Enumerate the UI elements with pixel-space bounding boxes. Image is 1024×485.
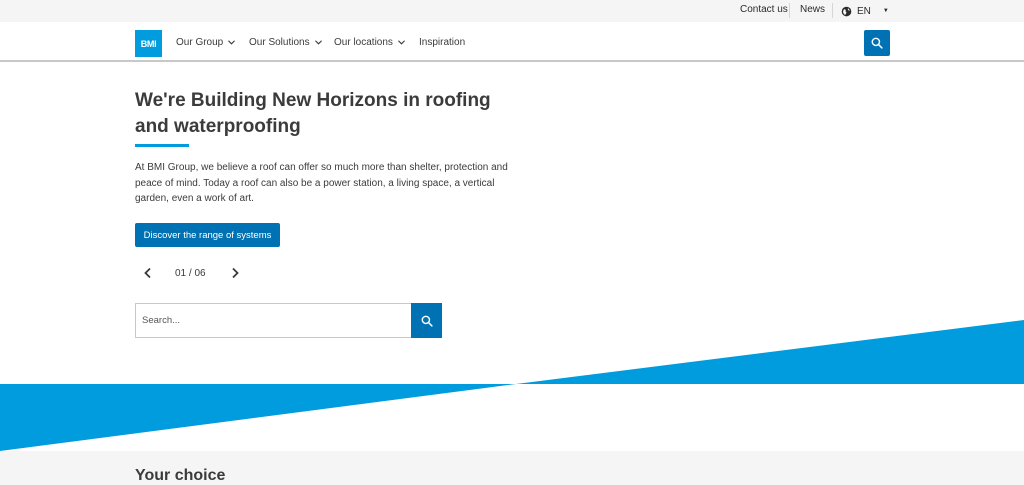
your-choice-section: Your choice xyxy=(0,451,1024,485)
language-label: EN xyxy=(857,5,871,17)
nav-item-label: Our Group xyxy=(176,37,224,48)
title-underline xyxy=(135,144,189,147)
search-icon xyxy=(421,315,433,327)
chevron-down-icon xyxy=(228,40,236,45)
chevron-left-icon[interactable] xyxy=(142,267,154,279)
hero-description: At BMI Group, we believe a roof can offe… xyxy=(135,162,508,204)
search-submit-button[interactable] xyxy=(411,303,442,338)
nav-item-label: Inspiration xyxy=(419,37,466,48)
chevron-down-icon xyxy=(314,40,322,45)
utility-divider xyxy=(832,3,833,18)
bmi-logo[interactable]: BMI xyxy=(135,30,162,57)
section-title: Your choice xyxy=(135,467,226,484)
decorative-blue-shapes xyxy=(0,320,1024,451)
search-input[interactable] xyxy=(136,304,411,337)
globe-icon xyxy=(841,6,852,16)
nav-item-inspiration[interactable]: Inspiration xyxy=(419,37,465,48)
discover-systems-button[interactable]: Discover the range of systems xyxy=(135,223,280,247)
chevron-right-icon[interactable] xyxy=(229,267,241,279)
contact-us-link[interactable]: Contact us xyxy=(740,4,788,15)
caret-down-icon: ▼ xyxy=(882,8,889,14)
search-box xyxy=(135,303,412,338)
nav-item-our-locations[interactable]: Our locations xyxy=(334,37,405,48)
language-selector[interactable]: EN ▼ xyxy=(841,3,889,19)
nav-item-our-group[interactable]: Our Group xyxy=(176,37,236,48)
news-link[interactable]: News xyxy=(800,4,825,15)
header-search-button[interactable] xyxy=(864,30,890,56)
nav-item-label: Our locations xyxy=(334,37,393,48)
main-nav: BMI Our Group Our Solutions Our location… xyxy=(0,22,1024,62)
utility-divider xyxy=(789,3,790,18)
utility-bar: Contact us News EN ▼ xyxy=(0,0,1024,22)
search-icon xyxy=(871,37,883,49)
chevron-down-icon xyxy=(397,40,405,45)
nav-item-our-solutions[interactable]: Our Solutions xyxy=(249,37,322,48)
slide-counter: 01 / 06 xyxy=(175,268,206,279)
nav-item-label: Our Solutions xyxy=(249,37,310,48)
hero-title: We're Building New Horizons in roofing a… xyxy=(135,90,491,137)
